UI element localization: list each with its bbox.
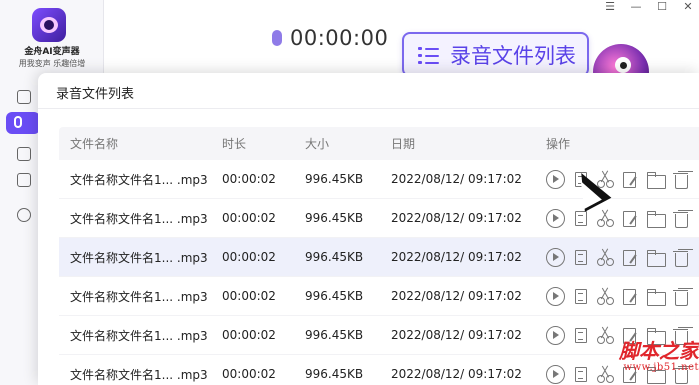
column-header-duration: 时长 (222, 137, 247, 151)
file-duration: 00:00:02 (222, 250, 276, 264)
delete-icon[interactable] (671, 170, 690, 189)
delete-icon[interactable] (671, 287, 690, 306)
file-size: 996.45KB (305, 367, 364, 381)
watermark-title: 脚本之家 (619, 339, 699, 363)
file-size: 996.45KB (305, 289, 364, 303)
table-row[interactable]: 文件名称文件名1... .mp3 00:00:02 996.45KB 2022/08/… (59, 277, 699, 316)
watermark: 脚本之家 www.jb51.net (568, 340, 699, 373)
table-header: 文件名称 时长 大小 日期 操作 (59, 127, 699, 160)
file-name: 文件名称文件名1... .mp3 (70, 289, 208, 304)
file-size: 996.45KB (305, 211, 364, 225)
folder-icon[interactable] (646, 248, 666, 267)
column-header-ops: 操作 (546, 137, 571, 151)
file-duration: 00:00:02 (222, 367, 276, 381)
file-date: 2022/08/12/ 09:17:02 (391, 289, 522, 303)
folder-icon[interactable] (646, 170, 666, 189)
play-icon[interactable] (546, 325, 565, 345)
avatar-pupil (620, 62, 627, 69)
table-row[interactable]: 文件名称文件名1... .mp3 00:00:02 996.45KB 2022/08/… (59, 238, 699, 277)
file-size: 996.45KB (305, 250, 364, 264)
sidebar-item-text-to-speech-icon[interactable] (17, 147, 31, 161)
play-icon[interactable] (546, 247, 565, 267)
recording-timer: 00:00:00 (272, 26, 388, 50)
dialog-title: 录音文件列表 (56, 87, 135, 102)
file-name: 文件名称文件名1... .mp3 (70, 172, 208, 187)
play-icon[interactable] (546, 364, 565, 384)
column-header-size: 大小 (305, 137, 330, 151)
microphone-icon (272, 30, 282, 46)
recording-list-dialog: 录音文件列表 文件名称 时长 大小 日期 操作 文件名称文件名1... .mp3… (38, 73, 699, 385)
app-logo-icon (32, 8, 66, 42)
column-header-date: 日期 (391, 137, 416, 151)
file-date: 2022/08/12/ 09:17:02 (391, 211, 522, 225)
close-button[interactable]: ✕ (681, 0, 695, 14)
edit-icon[interactable] (621, 170, 640, 189)
copy-icon[interactable] (571, 287, 590, 306)
file-name: 文件名称文件名1... .mp3 (70, 211, 208, 226)
menu-button[interactable]: ☰ (603, 0, 617, 14)
file-name: 文件名称文件名1... .mp3 (70, 367, 208, 382)
window-controls: ☰ — ☐ ✕ (603, 0, 695, 14)
microphone-icon (14, 116, 22, 128)
app-name: 金舟AI变声器 (24, 47, 80, 57)
recording-list-button[interactable]: 录音文件列表 (402, 32, 589, 77)
file-date: 2022/08/12/ 09:17:02 (391, 367, 522, 381)
app-slogan: 用我变声 乐趣倍增 (18, 59, 86, 68)
minimize-button[interactable]: — (629, 0, 643, 14)
row-actions (546, 286, 699, 306)
delete-icon[interactable] (671, 248, 690, 267)
sidebar-item-voice-change-icon[interactable] (17, 90, 31, 104)
cut-icon[interactable] (596, 287, 615, 306)
settings-icon[interactable] (17, 208, 31, 222)
timer-text: 00:00:00 (290, 26, 389, 50)
sidebar-item-video-icon[interactable] (17, 173, 31, 187)
sidebar-item-recording[interactable] (6, 112, 40, 134)
file-duration: 00:00:02 (222, 289, 276, 303)
folder-icon[interactable] (646, 287, 666, 306)
play-icon[interactable] (546, 208, 565, 228)
recording-list-label: 录音文件列表 (450, 43, 576, 68)
maximize-button[interactable]: ☐ (655, 0, 669, 14)
copy-icon[interactable] (571, 209, 590, 228)
file-size: 996.45KB (305, 172, 364, 186)
divider (38, 108, 699, 109)
file-size: 996.45KB (305, 328, 364, 342)
row-actions (546, 247, 699, 267)
row-actions (546, 208, 699, 228)
file-duration: 00:00:02 (222, 211, 276, 225)
file-name: 文件名称文件名1... .mp3 (70, 328, 208, 343)
list-icon (418, 45, 440, 65)
column-header-name: 文件名称 (70, 137, 119, 151)
play-icon[interactable] (546, 169, 565, 189)
file-duration: 00:00:02 (222, 328, 276, 342)
file-date: 2022/08/12/ 09:17:02 (391, 328, 522, 342)
folder-icon[interactable] (646, 209, 666, 228)
table-row[interactable]: 文件名称文件名1... .mp3 00:00:02 996.45KB 2022/08/… (59, 199, 699, 238)
cut-icon[interactable] (596, 209, 615, 228)
file-date: 2022/08/12/ 09:17:02 (391, 250, 522, 264)
edit-icon[interactable] (621, 287, 640, 306)
file-date: 2022/08/12/ 09:17:02 (391, 172, 522, 186)
edit-icon[interactable] (621, 248, 640, 267)
file-name: 文件名称文件名1... .mp3 (70, 250, 208, 265)
delete-icon[interactable] (671, 209, 690, 228)
play-icon[interactable] (546, 286, 565, 306)
edit-icon[interactable] (621, 209, 640, 228)
watermark-url: www.jb51.net (623, 362, 699, 373)
file-duration: 00:00:02 (222, 172, 276, 186)
cut-icon[interactable] (596, 248, 615, 267)
copy-icon[interactable] (571, 248, 590, 267)
